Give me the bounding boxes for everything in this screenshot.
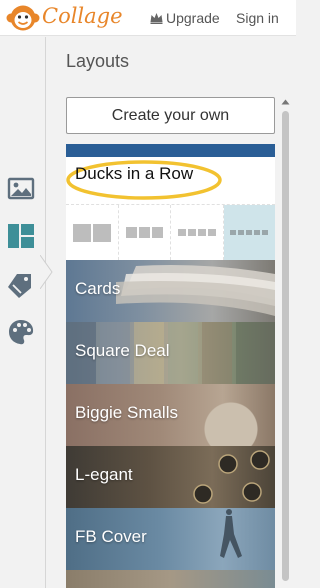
variant-3-tiles[interactable] <box>119 205 171 260</box>
variant-tile <box>230 230 237 235</box>
variant-tile <box>187 229 196 236</box>
selected-layout-name: Ducks in a Row <box>75 164 194 183</box>
variant-4-tiles[interactable] <box>171 205 224 260</box>
variant-tile <box>72 223 91 242</box>
panel-title: Layouts <box>66 51 130 71</box>
tool-rail <box>0 37 53 588</box>
scrollbar-thumb[interactable] <box>282 111 289 581</box>
layout-variants <box>66 204 275 260</box>
variant-tile <box>92 223 111 242</box>
variant-2-tiles[interactable] <box>66 205 119 260</box>
variant-tile <box>151 227 163 238</box>
variant-tile <box>262 230 269 235</box>
layout-card-l-egant[interactable]: L-egant <box>66 446 275 508</box>
scroll-up-arrow-icon[interactable] <box>280 97 291 107</box>
layout-name: Cards <box>75 279 121 298</box>
sign-in-link[interactable]: Sign in <box>236 10 279 26</box>
selected-layout-card[interactable]: Ducks in a Row <box>66 144 275 260</box>
layout-card-biggie-smalls[interactable]: Biggie Smalls <box>66 384 275 446</box>
palette-icon[interactable] <box>7 318 35 346</box>
layout-name: Square Deal <box>75 341 170 360</box>
variant-tile <box>197 229 206 236</box>
top-bar: Collage Upgrade Sign in <box>0 0 296 36</box>
photo-icon[interactable] <box>7 174 35 202</box>
variant-tile <box>254 230 261 235</box>
variant-tile <box>138 227 150 238</box>
monkey-logo-icon[interactable] <box>6 3 40 33</box>
crown-icon <box>150 13 163 24</box>
variant-tile <box>238 230 245 235</box>
layout-name: Biggie Smalls <box>75 403 178 422</box>
variant-tile <box>177 229 186 236</box>
layouts-scrollbar[interactable] <box>280 97 291 588</box>
active-tab-pointer <box>40 255 53 289</box>
brand-name[interactable]: Collage <box>42 4 123 28</box>
layouts-icon[interactable] <box>7 222 35 250</box>
upgrade-label: Upgrade <box>166 10 220 26</box>
layout-name: L-egant <box>75 465 133 484</box>
upgrade-link[interactable]: Upgrade <box>150 10 220 26</box>
create-your-own-button[interactable]: Create your own <box>66 97 275 134</box>
layout-card-fb-cover[interactable]: FB Cover <box>66 508 275 570</box>
variant-5-tiles[interactable] <box>223 205 275 260</box>
layouts-list: Ducks in a Row Cards Square Deal Biggie … <box>66 144 275 588</box>
variant-tile <box>125 227 137 238</box>
layout-card-cards[interactable]: Cards <box>66 260 275 322</box>
layout-name: FB Cover <box>75 527 147 546</box>
variant-tile <box>207 229 216 236</box>
layout-card-square-deal[interactable]: Square Deal <box>66 322 275 384</box>
tag-icon[interactable] <box>7 271 35 299</box>
variant-tile <box>246 230 253 235</box>
layout-card-next[interactable] <box>66 570 275 588</box>
